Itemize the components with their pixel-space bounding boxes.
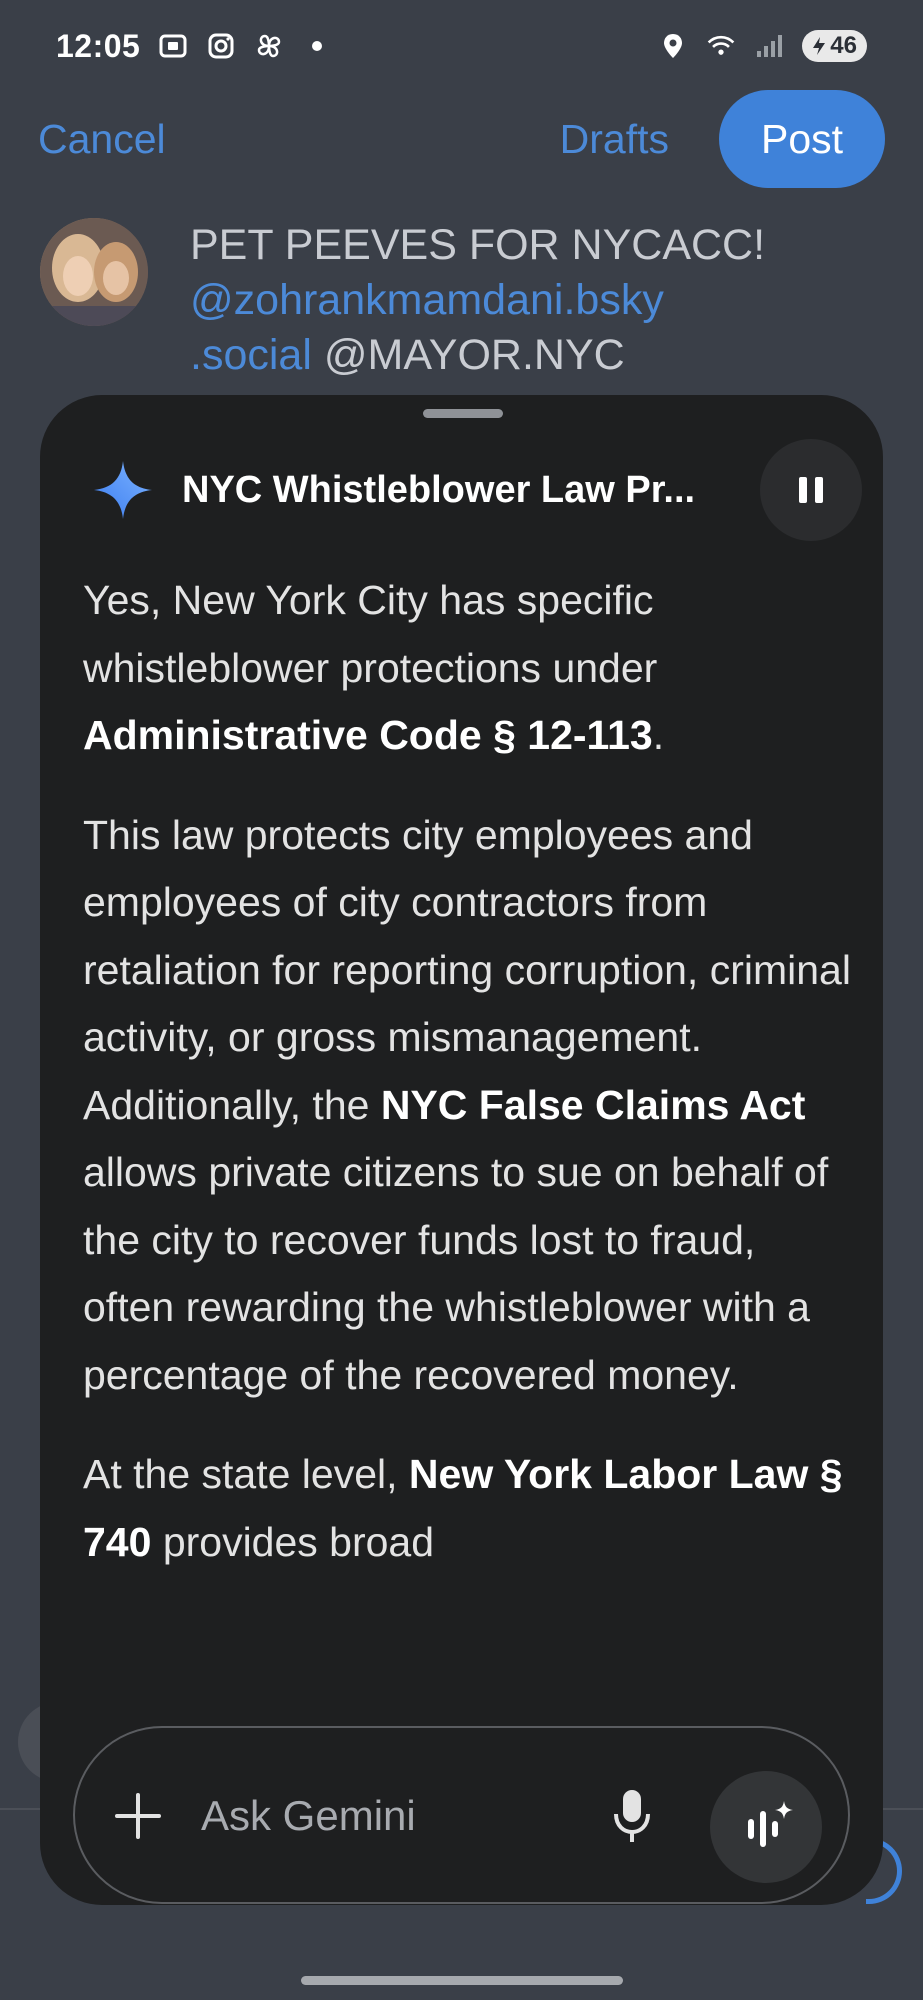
pinwheel-icon <box>258 34 281 58</box>
response-paragraph: Yes, New York City has specific whistleb… <box>83 577 665 758</box>
location-icon <box>664 34 683 58</box>
compose-header: Cancel Drafts Post <box>0 88 923 190</box>
post-text: PET PEEVES FOR NYCACC! <box>190 221 766 269</box>
plus-icon[interactable] <box>113 1791 163 1841</box>
avatar-photo <box>40 218 148 326</box>
ask-gemini-input[interactable] <box>201 1783 581 1849</box>
gemini-sparkle-icon <box>94 461 152 519</box>
home-indicator[interactable] <box>301 1976 623 1985</box>
drag-handle[interactable] <box>423 409 503 418</box>
post-button[interactable]: Post <box>719 90 885 188</box>
wifi-icon <box>708 35 735 55</box>
screenshot-icon <box>159 34 187 58</box>
gemini-header: NYC Whistleblower Law Pr... <box>92 439 862 541</box>
status-left: 12:05 <box>56 28 332 65</box>
gemini-overlay: NYC Whistleblower Law Pr... Yes, New Yor… <box>40 395 883 1905</box>
gemini-live-button[interactable] <box>710 1771 822 1883</box>
conversation-title: NYC Whistleblower Law Pr... <box>182 468 696 511</box>
avatar <box>40 218 148 326</box>
cancel-button[interactable]: Cancel <box>38 116 166 163</box>
gemini-response: Yes, New York City has specific whistleb… <box>83 567 853 1712</box>
signal-icon <box>757 35 783 57</box>
status-bar: 12:05 46 <box>0 0 923 92</box>
pause-button[interactable] <box>760 439 862 541</box>
response-paragraph: This law protects city employees and emp… <box>83 811 851 1398</box>
drafts-button[interactable]: Drafts <box>560 116 669 163</box>
scroll-fade <box>40 1665 883 1725</box>
pause-icon <box>799 477 807 503</box>
live-waveform-icon <box>748 1801 793 1847</box>
post-composer: PET PEEVES FOR NYCACC! @zohrankmamdani.b… <box>40 218 900 383</box>
response-paragraph: At the state level, New York Labor Law §… <box>83 1451 843 1565</box>
microphone-icon[interactable] <box>612 1786 652 1846</box>
header-actions: Drafts Post <box>560 90 885 188</box>
battery-icon <box>813 37 826 55</box>
battery-indicator: 46 <box>802 30 867 62</box>
battery-level: 46 <box>830 32 857 59</box>
mention-mayor[interactable]: @MAYOR.NYC <box>324 331 625 379</box>
status-right: 46 <box>658 30 867 62</box>
dot-icon <box>312 41 323 51</box>
clock: 12:05 <box>56 27 141 64</box>
instagram-icon <box>208 33 234 59</box>
post-text-field[interactable]: PET PEEVES FOR NYCACC! @zohrankmamdani.b… <box>190 218 830 383</box>
ask-gemini-bar <box>73 1726 850 1904</box>
